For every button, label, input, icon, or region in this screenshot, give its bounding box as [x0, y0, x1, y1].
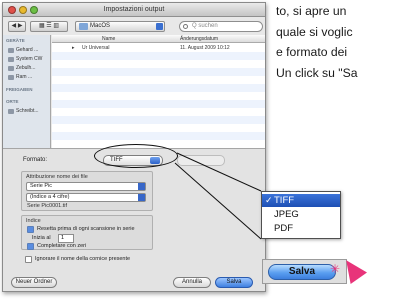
format-label: Formato:	[23, 157, 48, 163]
sidebar-item-label: System CW	[16, 56, 43, 62]
search-icon	[183, 24, 188, 29]
file-list-header: Name Änderungsdatum	[52, 35, 265, 43]
new-folder-button[interactable]: Neuer Ordner	[11, 277, 57, 288]
save-button-large[interactable]: Salva	[268, 264, 336, 280]
paragraph-line-3: e formato dei	[276, 45, 348, 59]
naming-group: Attribuzione nome dei file Serie Pic (In…	[21, 171, 153, 211]
menu-item-pdf[interactable]: PDF	[262, 222, 340, 235]
reset-index-checkbox[interactable]	[27, 226, 34, 233]
start-index-label: Inizia al	[32, 235, 51, 241]
row-stripe	[52, 84, 265, 92]
zoom-window-button[interactable]	[30, 6, 38, 14]
sidebar-item-label: Ram ...	[16, 74, 33, 80]
sidebar-item-place[interactable]: Schreibt...	[8, 107, 50, 116]
column-modified[interactable]: Änderungsdatum	[180, 36, 218, 42]
search-input[interactable]: Q suchen	[179, 21, 263, 32]
folder-icon	[79, 23, 88, 30]
sidebar-item-label: Zebulh...	[16, 65, 36, 71]
options-pane: Formato: TIFF Attribuzione nome dei file…	[3, 148, 265, 291]
dialog-toolbar: ◀ ▶ ▦ ☰ ▥ MacOS Q suchen	[3, 18, 265, 35]
view-mode-buttons[interactable]: ▦ ☰ ▥	[30, 21, 68, 32]
row-stripe	[52, 132, 265, 140]
row-stripe	[52, 116, 265, 124]
naming-prefix-value: Serie Pic	[30, 183, 53, 189]
dialog-title: Impostazioni output	[103, 6, 165, 13]
sidebar-item-device[interactable]: System CW	[8, 55, 50, 64]
dialog-titlebar: Impostazioni output	[3, 3, 265, 17]
table-row[interactable]: ▸ Ur Universal 11. August 2009 10:12	[52, 44, 265, 52]
back-forward-button[interactable]: ◀ ▶	[8, 21, 26, 32]
paragraph-line-4: Un click su "Sa	[276, 66, 358, 80]
menu-item-tiff[interactable]: ✓ TIFF	[262, 194, 340, 207]
sidebar-item-label: Schreibt...	[16, 108, 39, 114]
row-stripe	[52, 68, 265, 76]
file-list: Name Änderungsdatum ▸ Ur Universal 11. A…	[52, 35, 265, 148]
paragraph-line-2: quale si voglic	[276, 25, 353, 39]
sidebar: GERÄTE Gehard ... System CW Zebulh... Ra…	[3, 35, 51, 148]
disk-icon	[8, 48, 14, 53]
paragraph-line-1: to, si apre un	[276, 4, 347, 18]
sidebar-section-places: ORTE	[6, 99, 19, 104]
disk-icon	[8, 57, 14, 62]
ignore-frame-name-label: Ignorare il nome della cornice presente	[35, 256, 131, 262]
checkmark-icon: ✓	[265, 195, 273, 205]
start-index-input[interactable]: 1	[58, 234, 74, 243]
menu-item-jpeg[interactable]: JPEG	[262, 208, 340, 221]
path-popup[interactable]: MacOS	[75, 21, 165, 32]
save-button[interactable]: Salva	[215, 277, 253, 288]
file-modified: 11. August 2009 10:12	[180, 45, 230, 51]
folder-icon	[8, 109, 14, 114]
menu-item-label: TIFF	[274, 195, 295, 206]
options-button-disabled	[177, 155, 225, 166]
close-window-button[interactable]	[8, 6, 16, 14]
search-placeholder: Q suchen	[192, 23, 218, 29]
cancel-button[interactable]: Annulla	[173, 277, 211, 288]
naming-example: Serie Pic0001.tif	[27, 203, 68, 209]
naming-prefix-field[interactable]: Serie Pic	[26, 182, 146, 191]
menu-item-label: PDF	[274, 223, 293, 234]
naming-group-title: Attribuzione nome dei file	[26, 174, 88, 180]
ignore-frame-name-checkbox[interactable]	[25, 256, 32, 263]
disk-icon	[8, 66, 14, 71]
index-group-title: Indice	[26, 218, 41, 224]
menu-item-label: JPEG	[274, 209, 299, 220]
format-callout-oval	[94, 144, 178, 168]
sidebar-section-shared: FREIGABEN	[6, 87, 33, 92]
file-name: Ur Universal	[82, 45, 110, 51]
pad-zeros-label: Completare con zeri	[37, 243, 87, 249]
disk-icon	[8, 75, 14, 80]
index-group: Indice Resetta prima di ogni scansione i…	[21, 215, 153, 250]
format-menu-zoom: ✓ TIFF JPEG PDF	[261, 191, 341, 239]
minimize-window-button[interactable]	[19, 6, 27, 14]
naming-index-value: (Indice a 4 cifre)	[30, 194, 70, 200]
naming-index-popup[interactable]: (Indice a 4 cifre)	[26, 193, 146, 202]
chevron-down-icon	[138, 194, 145, 201]
sidebar-section-devices: GERÄTE	[6, 38, 25, 43]
sidebar-item-device[interactable]: Ram ...	[8, 73, 50, 82]
pad-zeros-checkbox[interactable]	[27, 243, 34, 250]
row-stripe	[52, 52, 265, 60]
chevron-down-icon	[156, 23, 163, 30]
row-stripe	[52, 100, 265, 108]
sidebar-item-device[interactable]: Zebulh...	[8, 64, 50, 73]
chevron-down-icon	[138, 183, 145, 190]
disclosure-triangle-icon: ▸	[72, 45, 75, 51]
reset-index-label: Resetta prima di ogni scansione in serie	[37, 226, 135, 232]
path-folder-label: MacOS	[90, 23, 111, 29]
sidebar-item-label: Gehard ...	[16, 47, 39, 53]
column-name[interactable]: Name	[102, 36, 115, 42]
sidebar-item-device[interactable]: Gehard ...	[8, 46, 50, 55]
